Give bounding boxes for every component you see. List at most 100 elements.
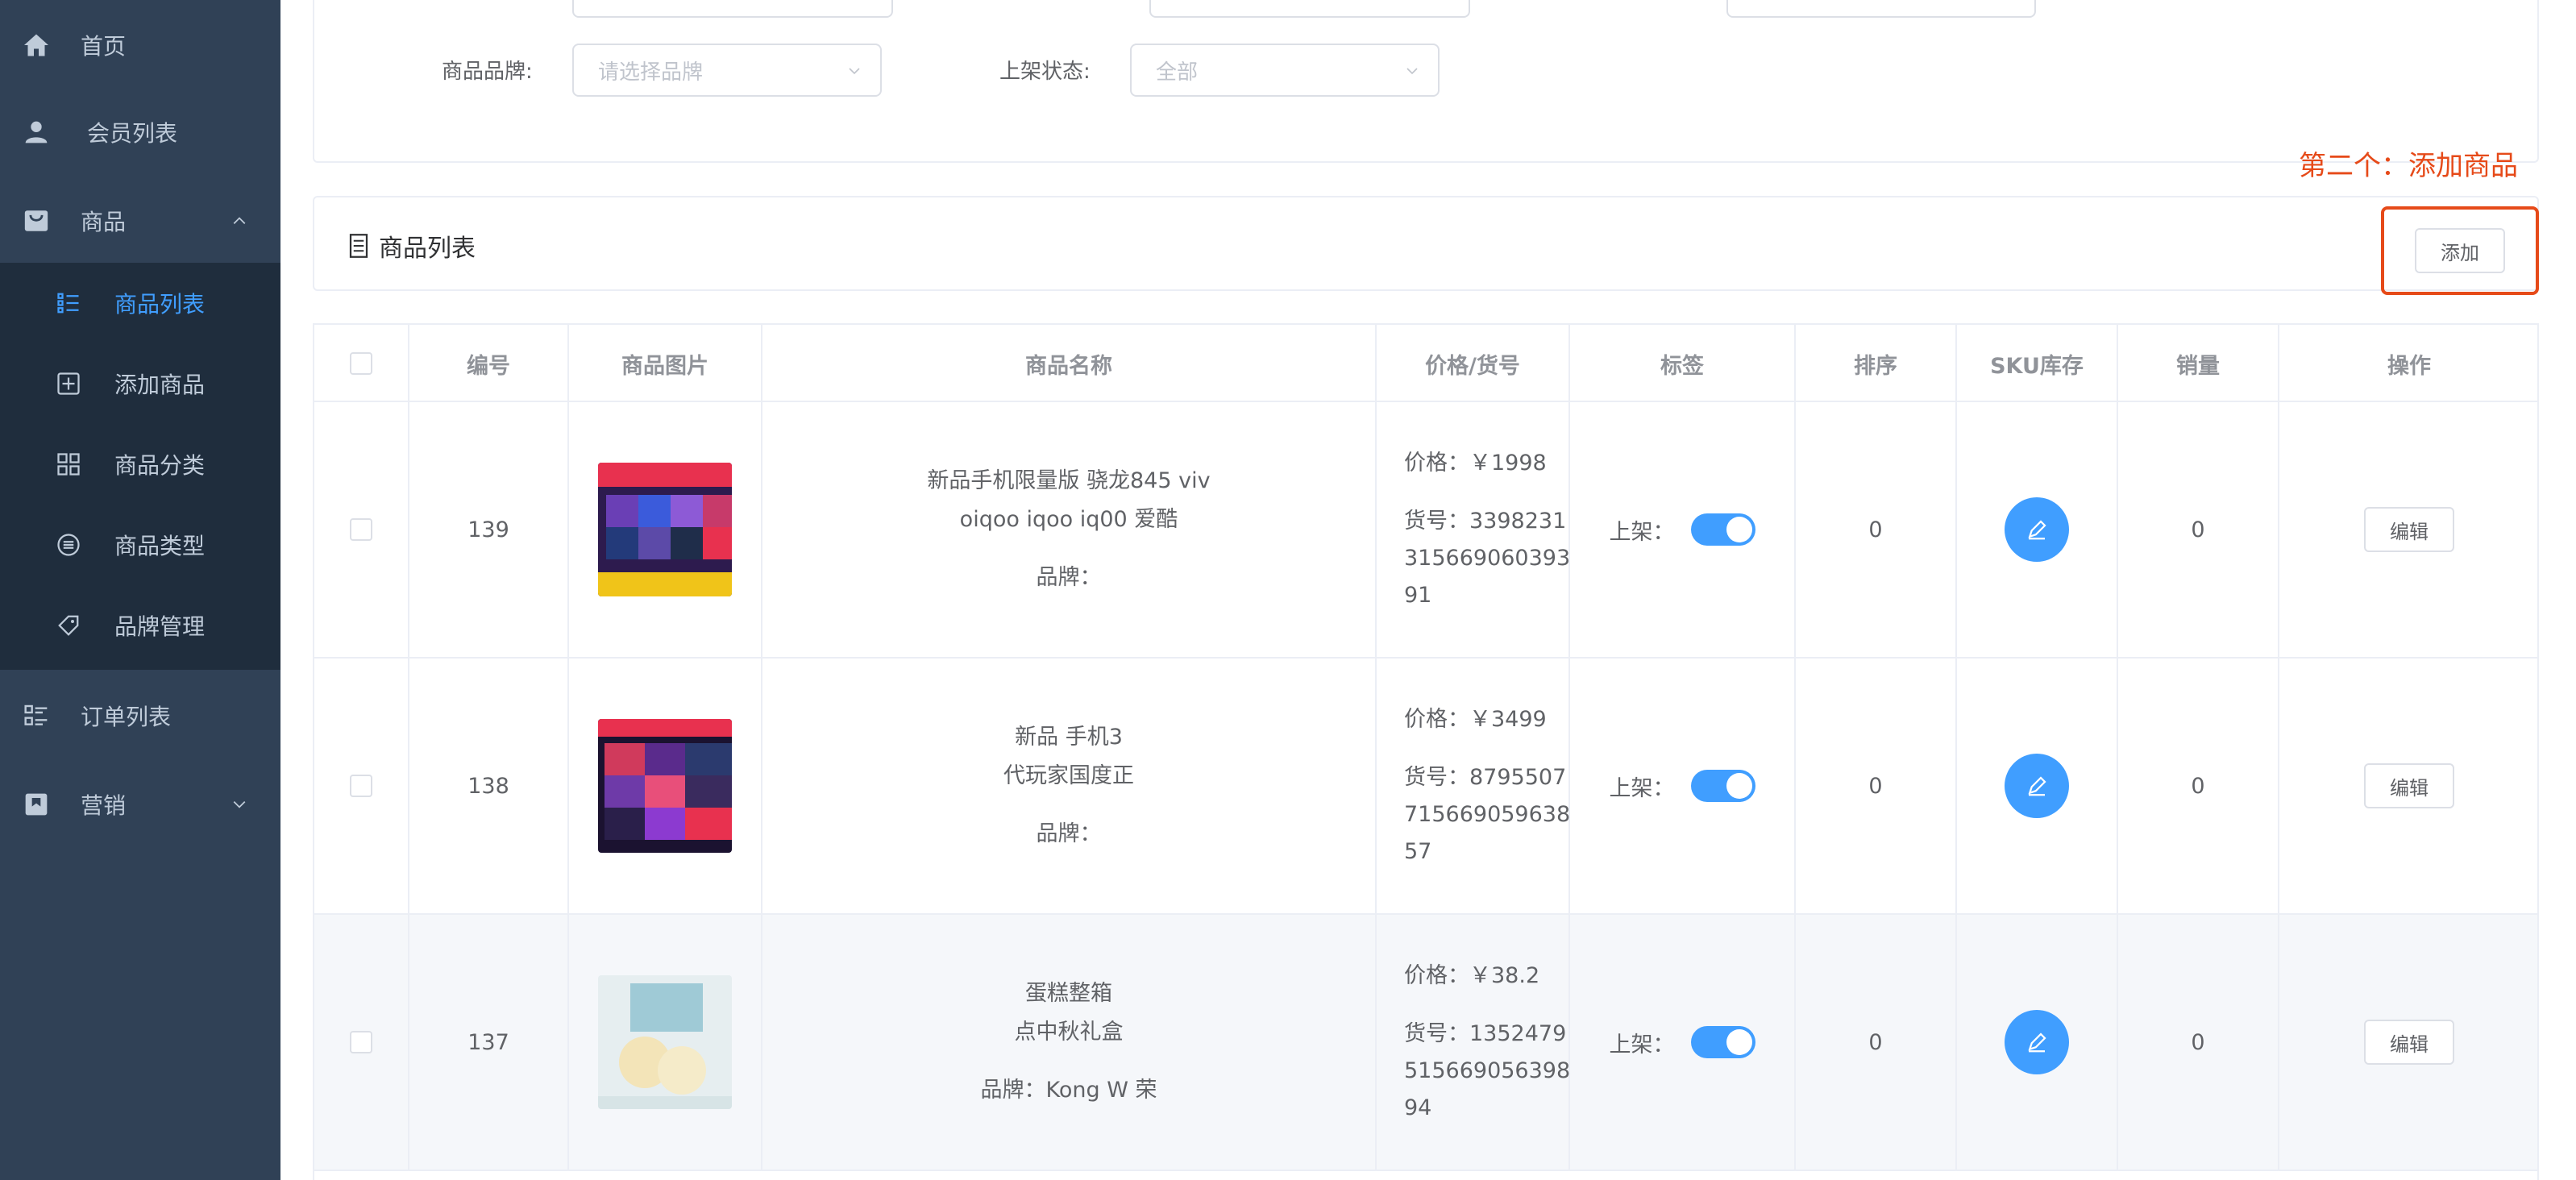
sidebar-item-products[interactable]: 商品	[0, 176, 280, 266]
product-brand: 品牌：	[1036, 821, 1102, 846]
add-square-icon	[55, 370, 82, 397]
product-brand: 品牌：Kong W 荣	[980, 1078, 1157, 1103]
product-sku-line: 57	[1404, 839, 1432, 864]
on-shelf-toggle[interactable]	[1690, 513, 1755, 546]
filter-field-top-2[interactable]	[1149, 0, 1470, 18]
product-sku-line: 货号：3398231	[1404, 509, 1567, 534]
product-table: 编号 商品图片 商品名称 价格/货号 标签 排序 SKU库存 销量 操作 139	[313, 323, 2539, 1180]
brand-filter-label: 商品品牌:	[442, 60, 533, 84]
sidebar-item-label: 订单列表	[81, 704, 172, 730]
sidebar-item-product-type[interactable]: 商品类型	[0, 505, 280, 585]
product-name-line: 新品手机限量版 骁龙845 viv	[927, 468, 1211, 493]
document-icon	[349, 234, 368, 258]
list-icon	[55, 289, 82, 317]
sidebar-item-label: 营销	[81, 792, 127, 819]
actions-cell: 编辑	[2279, 402, 2539, 657]
edit-pen-icon	[2028, 520, 2046, 540]
product-sku-line: 515669056398	[1404, 1058, 1571, 1083]
sidebar-item-label: 商品类型	[114, 533, 206, 559]
sales-value: 0	[2118, 659, 2279, 913]
sidebar-item-orders[interactable]: 订单列表	[0, 671, 280, 761]
sort-value: 0	[1796, 915, 1957, 1170]
sort-value: 0	[1796, 659, 1957, 913]
edit-pen-icon	[2028, 1032, 2046, 1053]
product-sku-line: 715669059638	[1404, 802, 1571, 827]
table-row: 137 蛋糕整箱 点中秋礼盒 品牌：Kong W 荣 价格：￥38.2 货号：1…	[314, 915, 2537, 1171]
status-filter-label: 上架状态:	[999, 60, 1091, 84]
actions-cell: 编辑	[2279, 659, 2539, 913]
submenu-products: 商品列表 添加商品 商品分类 商品类型 品牌管理	[0, 263, 280, 670]
sku-stock-cell	[1957, 915, 2118, 1170]
status-select-value: 全部	[1156, 60, 1199, 85]
select-all-checkbox[interactable]	[350, 352, 372, 375]
tag-cell: 上架：	[1570, 402, 1796, 657]
product-id: 138	[409, 659, 569, 913]
chevron-down-icon	[849, 68, 860, 75]
edit-button[interactable]: 编辑	[2364, 1020, 2454, 1065]
on-shelf-toggle[interactable]	[1690, 1026, 1755, 1058]
sku-edit-button[interactable]	[2005, 497, 2069, 562]
grid-icon	[55, 451, 82, 478]
column-header: SKU库存	[1957, 325, 2118, 402]
product-name-line: 代玩家国度正	[1003, 763, 1134, 788]
filter-field-top-3[interactable]	[1726, 0, 2036, 18]
sku-edit-button[interactable]	[2005, 754, 2069, 818]
row-select-cell	[314, 915, 409, 1170]
sidebar-item-product-list[interactable]: 商品列表	[0, 263, 280, 343]
sidebar-item-home[interactable]: 首页	[0, 0, 280, 90]
sidebar-item-brand-management[interactable]: 品牌管理	[0, 585, 280, 666]
sku-edit-button[interactable]	[2005, 1010, 2069, 1074]
product-image-cell	[569, 659, 762, 913]
on-shelf-toggle[interactable]	[1690, 770, 1755, 802]
brand-select-placeholder: 请选择品牌	[598, 60, 704, 85]
product-name-line: oiqoo iqoo iq00 爱酷	[959, 507, 1178, 532]
filter-panel: 商品品牌: 请选择品牌 上架状态: 全部	[313, 0, 2539, 163]
product-name-cell: 蛋糕整箱 点中秋礼盒 品牌：Kong W 荣	[762, 915, 1377, 1170]
row-checkbox[interactable]	[350, 1031, 372, 1053]
column-header: 编号	[409, 325, 569, 402]
table-header: 编号 商品图片 商品名称 价格/货号 标签 排序 SKU库存 销量 操作	[314, 325, 2537, 402]
sidebar-item-label: 添加商品	[114, 372, 206, 398]
column-header: 商品名称	[762, 325, 1377, 402]
column-header: 商品图片	[569, 325, 762, 402]
sidebar-item-members[interactable]: 会员列表	[0, 87, 280, 177]
list-title: 商品列表	[348, 228, 476, 264]
tag-cell: 上架：	[1570, 659, 1796, 913]
status-select[interactable]: 全部	[1130, 44, 1440, 97]
column-header: 销量	[2118, 325, 2279, 402]
product-sku-line: 91	[1404, 583, 1432, 608]
sales-value: 0	[2118, 915, 2279, 1170]
row-checkbox[interactable]	[350, 775, 372, 797]
product-sku-line: 货号：1352479	[1404, 1021, 1567, 1046]
product-image	[598, 975, 732, 1109]
sidebar-item-product-category[interactable]: 商品分类	[0, 424, 280, 505]
product-image	[598, 719, 732, 853]
product-name-line: 点中秋礼盒	[1014, 1020, 1124, 1045]
annotation-text: 第二个：添加商品	[2299, 150, 2518, 182]
sales-value: 0	[2118, 402, 2279, 657]
column-header: 排序	[1796, 325, 1957, 402]
chevron-down-icon	[1406, 68, 1418, 75]
sidebar-item-label: 商品	[81, 209, 127, 235]
sidebar-item-label: 品牌管理	[114, 613, 206, 640]
sidebar-item-label: 商品分类	[114, 452, 206, 479]
product-sku-line: 94	[1404, 1095, 1432, 1120]
product-brand: 品牌：	[1036, 565, 1102, 590]
on-shelf-label: 上架：	[1609, 1032, 1675, 1057]
product-price: 价格：￥3499	[1404, 707, 1547, 732]
product-price: 价格：￥1998	[1404, 451, 1547, 476]
product-image-cell	[569, 915, 762, 1170]
product-id: 137	[409, 915, 569, 1170]
brand-select[interactable]: 请选择品牌	[572, 44, 882, 97]
edit-button[interactable]: 编辑	[2364, 763, 2454, 808]
filter-field-top-1[interactable]	[572, 0, 893, 18]
sidebar-item-marketing[interactable]: 营销	[0, 759, 280, 850]
edit-pen-icon	[2028, 776, 2046, 796]
edit-button[interactable]: 编辑	[2364, 507, 2454, 552]
row-checkbox[interactable]	[350, 518, 372, 541]
sidebar-item-add-product[interactable]: 添加商品	[0, 343, 280, 424]
sort-value: 0	[1796, 402, 1957, 657]
circle-list-icon	[55, 531, 82, 559]
order-list-icon	[21, 700, 52, 731]
shopping-bag-icon	[21, 206, 52, 236]
